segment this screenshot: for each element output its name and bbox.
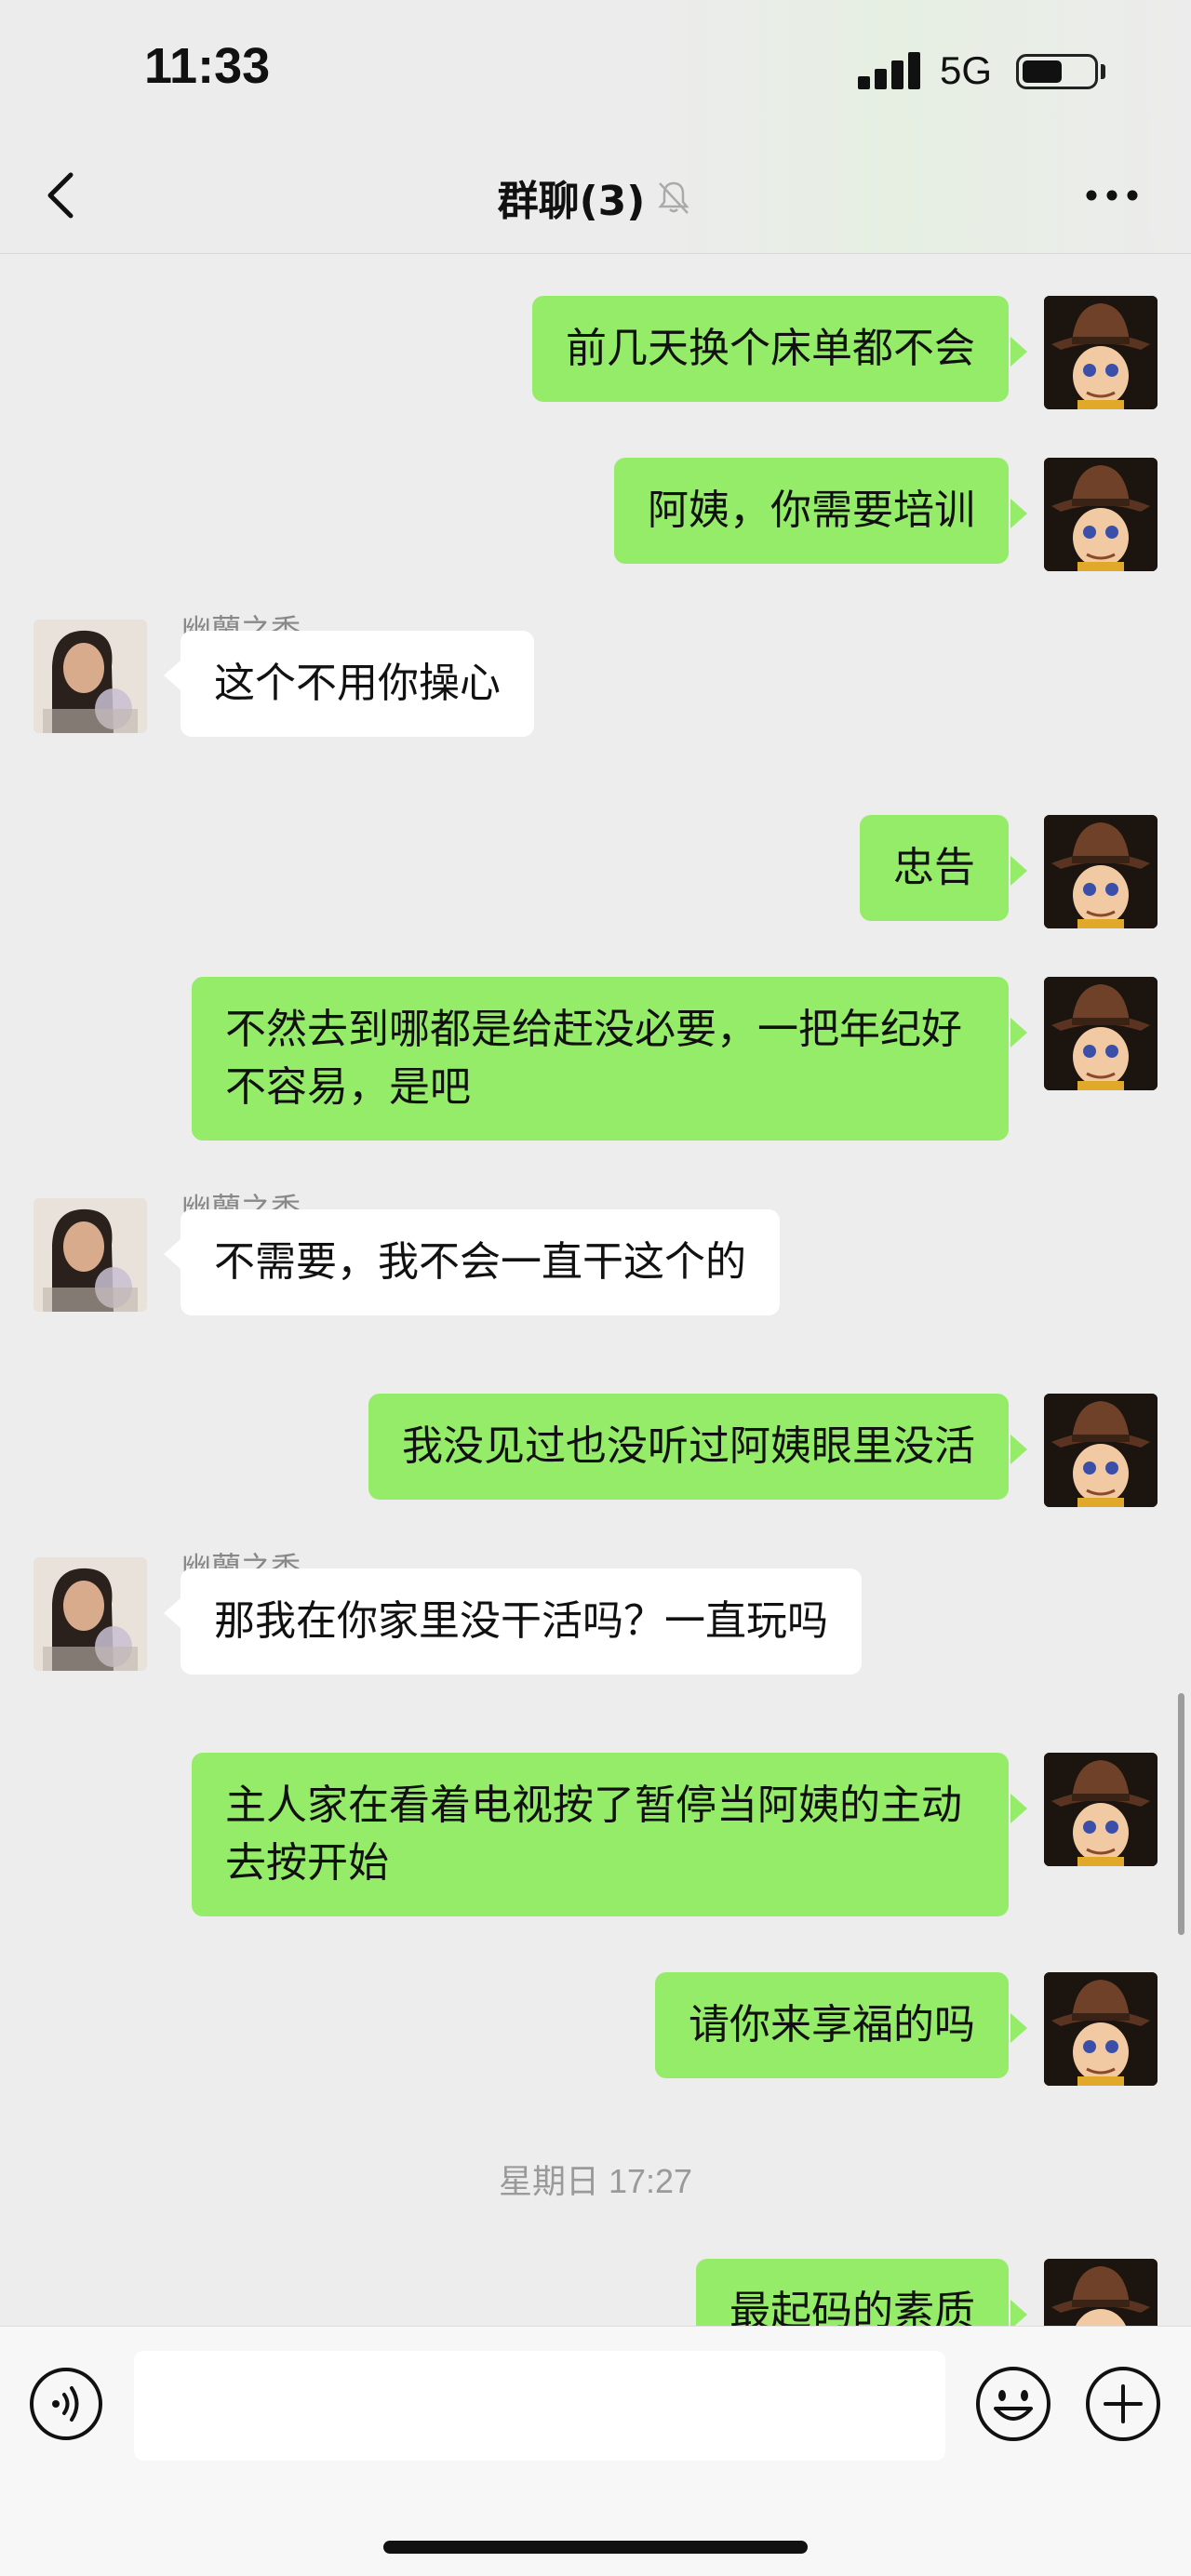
- message-bubble[interactable]: 前几天换个床单都不会: [532, 296, 1009, 402]
- home-indicator[interactable]: [383, 2541, 808, 2554]
- avatar[interactable]: [33, 620, 147, 733]
- avatar[interactable]: [1044, 1972, 1158, 2086]
- message-row: 最起码的素质: [0, 2259, 1191, 2326]
- chat-title[interactable]: 群聊(3): [498, 167, 646, 227]
- message-bubble[interactable]: 主人家在看着电视按了暂停当阿姨的主动去按开始: [192, 1753, 1009, 1916]
- message-row: 我没见过也没听过阿姨眼里没活: [0, 1394, 1191, 1507]
- cellular-signal-icon: [858, 52, 921, 89]
- bell-off-icon: [658, 181, 690, 214]
- message-bubble[interactable]: 最起码的素质: [696, 2259, 1009, 2326]
- emoji-icon[interactable]: [973, 2364, 1053, 2444]
- scrollbar[interactable]: [1178, 1693, 1184, 1935]
- avatar[interactable]: [1044, 977, 1158, 1090]
- battery-icon: [1016, 54, 1098, 89]
- message-row: 幽蘭之香 不需要，我不会一直干这个的: [0, 1185, 1191, 1334]
- nav-title-wrap: 群聊(3): [0, 140, 1191, 254]
- nav-bar: 群聊(3): [0, 140, 1191, 254]
- message-input[interactable]: [134, 2351, 945, 2461]
- avatar[interactable]: [1044, 458, 1158, 571]
- avatar[interactable]: [33, 1557, 147, 1671]
- more-icon[interactable]: [1084, 188, 1140, 203]
- avatar[interactable]: [1044, 296, 1158, 409]
- plus-icon[interactable]: [1083, 2364, 1163, 2444]
- battery-tip: [1101, 64, 1105, 79]
- message-row: 忠告: [0, 815, 1191, 928]
- message-bubble[interactable]: 请你来享福的吗: [655, 1972, 1009, 2078]
- avatar[interactable]: [1044, 815, 1158, 928]
- message-bubble[interactable]: 这个不用你操心: [181, 631, 534, 737]
- voice-icon[interactable]: [28, 2366, 104, 2442]
- message-bubble[interactable]: 我没见过也没听过阿姨眼里没活: [368, 1394, 1009, 1500]
- avatar[interactable]: [1044, 1753, 1158, 1866]
- message-row: 不然去到哪都是给赶没必要，一把年纪好不容易，是吧: [0, 977, 1191, 1150]
- message-bubble[interactable]: 不需要，我不会一直干这个的: [181, 1209, 780, 1315]
- chat-area[interactable]: 前几天换个床单都不会 阿姨，你需要培训 幽蘭之香 这个不用你操心 忠告 不然去到…: [0, 255, 1191, 2326]
- avatar[interactable]: [1044, 1394, 1158, 1507]
- message-row: 主人家在看着电视按了暂停当阿姨的主动去按开始: [0, 1753, 1191, 1926]
- avatar[interactable]: [33, 1198, 147, 1312]
- message-bubble[interactable]: 阿姨，你需要培训: [614, 458, 1009, 564]
- input-bar: [0, 2326, 1191, 2576]
- message-timestamp: 星期日 17:27: [498, 2162, 693, 2200]
- avatar[interactable]: [1044, 2259, 1158, 2326]
- message-row: 幽蘭之香 这个不用你操心: [0, 607, 1191, 755]
- network-type: 5G: [940, 48, 993, 92]
- message-bubble[interactable]: 忠告: [860, 815, 1009, 921]
- message-row: 请你来享福的吗: [0, 1972, 1191, 2086]
- message-row: 前几天换个床单都不会: [0, 296, 1191, 409]
- message-row: 幽蘭之香 那我在你家里没干活吗？一直玩吗: [0, 1544, 1191, 1693]
- message-bubble[interactable]: 不然去到哪都是给赶没必要，一把年纪好不容易，是吧: [192, 977, 1009, 1141]
- status-bar: 11:33 5G: [0, 0, 1191, 140]
- message-bubble[interactable]: 那我在你家里没干活吗？一直玩吗: [181, 1568, 862, 1675]
- status-time: 11:33: [144, 38, 271, 94]
- message-row: 阿姨，你需要培训: [0, 458, 1191, 571]
